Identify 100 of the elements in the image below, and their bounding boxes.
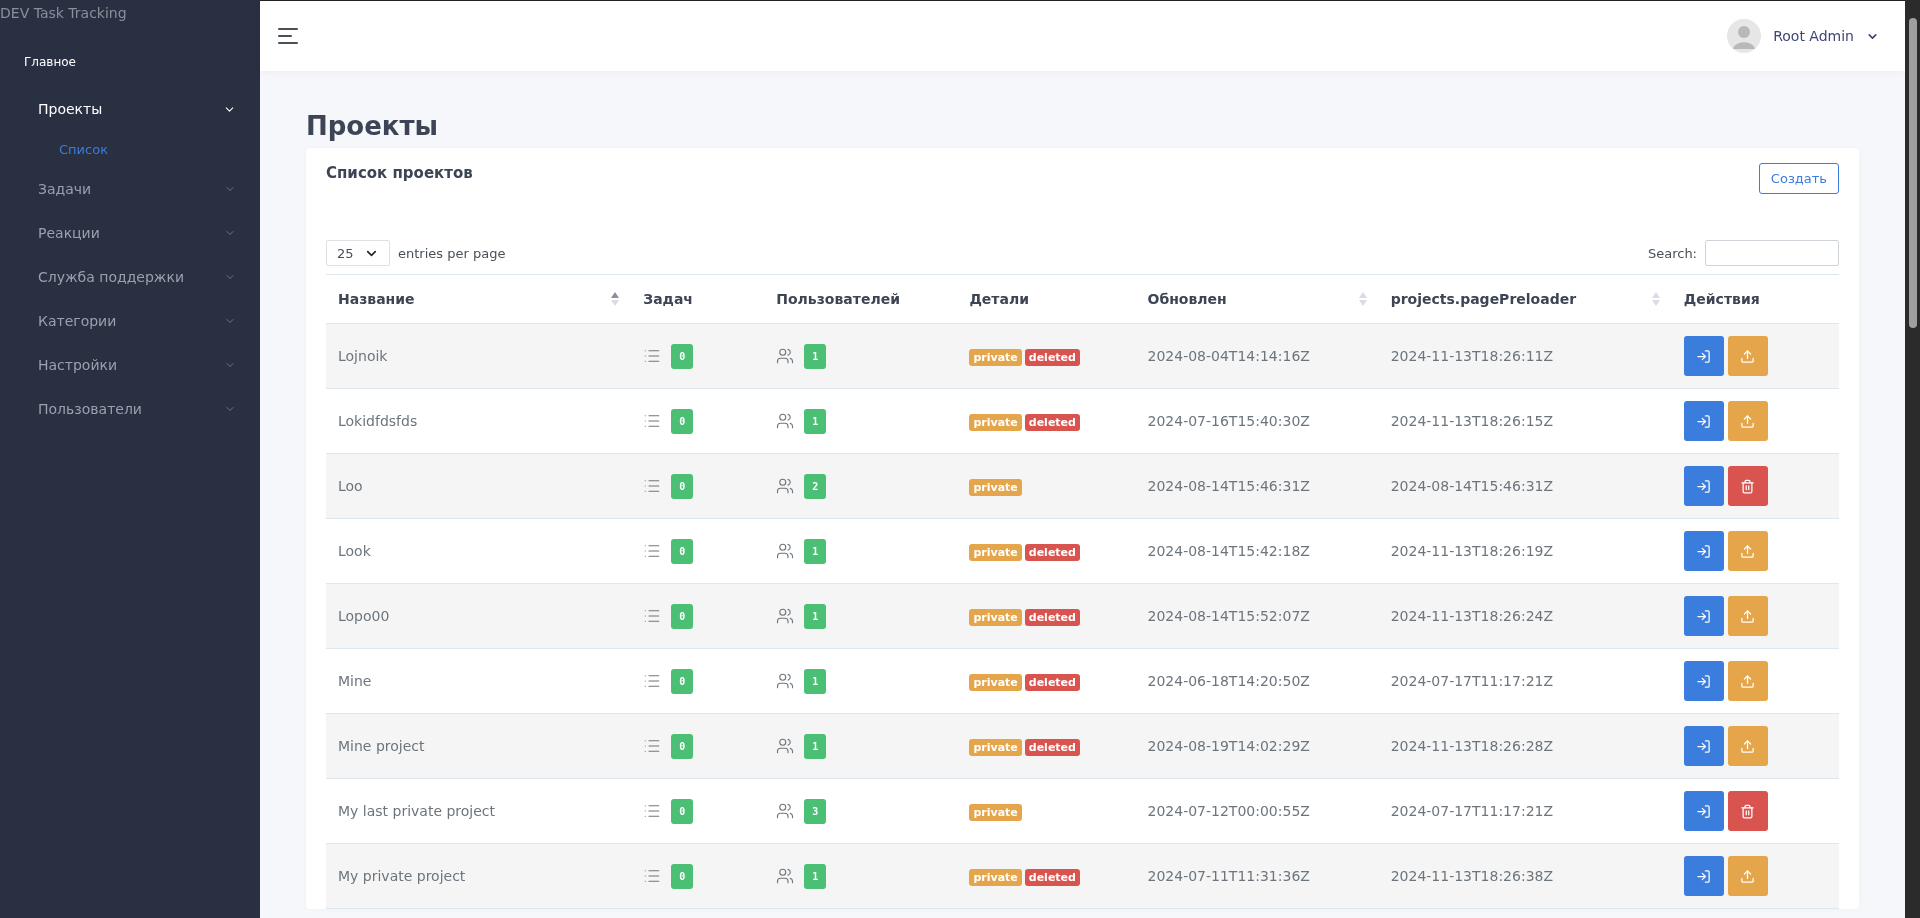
scrollbar-thumb[interactable] bbox=[1908, 18, 1917, 328]
enter-icon bbox=[1696, 738, 1712, 754]
restore-button[interactable] bbox=[1727, 336, 1768, 376]
user-count: 1 bbox=[804, 733, 827, 759]
status-tag: deleted bbox=[1024, 349, 1080, 366]
list-icon bbox=[643, 347, 662, 365]
column-header[interactable]: Обновлен bbox=[1147, 291, 1227, 307]
search-field[interactable] bbox=[1705, 240, 1839, 266]
user-count: 1 bbox=[804, 603, 827, 629]
enter-icon bbox=[1696, 868, 1712, 884]
status-tag: private bbox=[969, 544, 1022, 561]
column-header: Задач bbox=[643, 291, 693, 307]
project-name: My private project bbox=[338, 868, 466, 884]
status-tag: private bbox=[969, 739, 1022, 756]
upload-icon bbox=[1740, 868, 1756, 884]
sidebar-item[interactable]: Проекты bbox=[0, 87, 260, 131]
upload-icon bbox=[1740, 738, 1756, 754]
enter-icon bbox=[1696, 803, 1712, 819]
preloader-date: 2024-11-13T18:26:28Z bbox=[1390, 738, 1554, 754]
open-button[interactable] bbox=[1683, 791, 1724, 831]
user-menu[interactable]: Root Admin bbox=[1727, 19, 1879, 53]
open-button[interactable] bbox=[1683, 726, 1724, 766]
enter-icon bbox=[1696, 348, 1712, 364]
status-tag: deleted bbox=[1024, 869, 1080, 886]
restore-button[interactable] bbox=[1727, 531, 1768, 571]
updated-date: 2024-07-16T15:40:30Z bbox=[1147, 413, 1310, 429]
restore-button[interactable] bbox=[1727, 596, 1768, 636]
project-name: Lokidfdsfds bbox=[338, 413, 418, 429]
status-tag: private bbox=[969, 414, 1022, 431]
restore-button[interactable] bbox=[1727, 661, 1768, 701]
task-count: 0 bbox=[671, 473, 694, 499]
enter-icon bbox=[1696, 673, 1712, 689]
open-button[interactable] bbox=[1683, 466, 1724, 506]
user-name: Root Admin bbox=[1773, 28, 1854, 44]
updated-date: 2024-08-14T15:42:18Z bbox=[1147, 543, 1310, 559]
updated-date: 2024-08-19T14:02:29Z bbox=[1147, 738, 1310, 754]
open-button[interactable] bbox=[1683, 856, 1724, 896]
column-header[interactable]: Название bbox=[338, 291, 415, 307]
enter-icon bbox=[1696, 413, 1712, 429]
menu-icon[interactable] bbox=[278, 27, 300, 45]
user-count: 1 bbox=[804, 538, 827, 564]
users-icon bbox=[776, 477, 795, 495]
restore-button[interactable] bbox=[1727, 856, 1768, 896]
users-icon bbox=[776, 607, 795, 625]
list-icon bbox=[643, 802, 662, 820]
create-button[interactable]: Создать bbox=[1758, 163, 1839, 194]
column-header[interactable]: projects.pagePreloader bbox=[1390, 291, 1577, 307]
list-icon bbox=[643, 672, 662, 690]
open-button[interactable] bbox=[1683, 401, 1724, 441]
task-count: 0 bbox=[671, 863, 694, 889]
users-icon bbox=[776, 737, 795, 755]
updated-date: 2024-07-11T11:31:36Z bbox=[1147, 868, 1310, 884]
project-name: Loo bbox=[338, 478, 363, 494]
open-button[interactable] bbox=[1683, 531, 1724, 571]
open-button[interactable] bbox=[1683, 336, 1724, 376]
sidebar-item[interactable]: Настройки bbox=[0, 343, 260, 387]
project-name: Mine bbox=[338, 673, 372, 689]
user-count: 1 bbox=[804, 863, 827, 889]
open-button[interactable] bbox=[1683, 596, 1724, 636]
sidebar-item[interactable]: Задачи bbox=[0, 167, 260, 211]
avatar-icon bbox=[1727, 19, 1762, 53]
page-size-select[interactable]: 25 bbox=[326, 240, 390, 266]
sidebar-item[interactable]: Служба поддержки bbox=[0, 255, 260, 299]
page-title: Проекты bbox=[306, 111, 440, 141]
preloader-date: 2024-11-13T18:26:19Z bbox=[1390, 543, 1554, 559]
open-button[interactable] bbox=[1683, 661, 1724, 701]
status-tag: private bbox=[969, 349, 1022, 366]
brand-name: DEV Task Tracking bbox=[0, 4, 128, 23]
status-tag: private bbox=[969, 674, 1022, 691]
updated-date: 2024-06-18T14:20:50Z bbox=[1147, 673, 1310, 689]
sidebar-item[interactable]: Пользователи bbox=[0, 387, 260, 431]
task-count: 0 bbox=[671, 668, 694, 694]
upload-icon bbox=[1740, 543, 1756, 559]
search-label: Search: bbox=[1647, 245, 1697, 261]
list-icon bbox=[643, 542, 662, 560]
upload-icon bbox=[1740, 608, 1756, 624]
scrollbar[interactable] bbox=[1905, 0, 1920, 918]
updated-date: 2024-08-04T14:14:16Z bbox=[1147, 348, 1310, 364]
sidebar-item[interactable]: Категории bbox=[0, 299, 260, 343]
status-tag: deleted bbox=[1024, 544, 1080, 561]
delete-button[interactable] bbox=[1727, 466, 1768, 506]
updated-date: 2024-08-14T15:52:07Z bbox=[1147, 608, 1310, 624]
user-count: 2 bbox=[804, 473, 827, 499]
project-name: My last private project bbox=[338, 803, 496, 819]
upload-icon bbox=[1740, 348, 1756, 364]
preloader-date: 2024-11-13T18:26:24Z bbox=[1390, 608, 1554, 624]
delete-button[interactable] bbox=[1727, 791, 1768, 831]
user-count: 1 bbox=[804, 408, 827, 434]
column-header: Действия bbox=[1683, 291, 1760, 307]
status-tag: private bbox=[969, 479, 1022, 496]
restore-button[interactable] bbox=[1727, 401, 1768, 441]
list-icon bbox=[643, 477, 662, 495]
project-name: Lopo00 bbox=[338, 608, 390, 624]
sidebar-subitem[interactable]: Список bbox=[0, 131, 260, 167]
sidebar-item[interactable]: Реакции bbox=[0, 211, 260, 255]
status-tag: deleted bbox=[1024, 739, 1080, 756]
users-icon bbox=[776, 867, 795, 885]
restore-button[interactable] bbox=[1727, 726, 1768, 766]
users-icon bbox=[776, 347, 795, 365]
task-count: 0 bbox=[671, 603, 694, 629]
